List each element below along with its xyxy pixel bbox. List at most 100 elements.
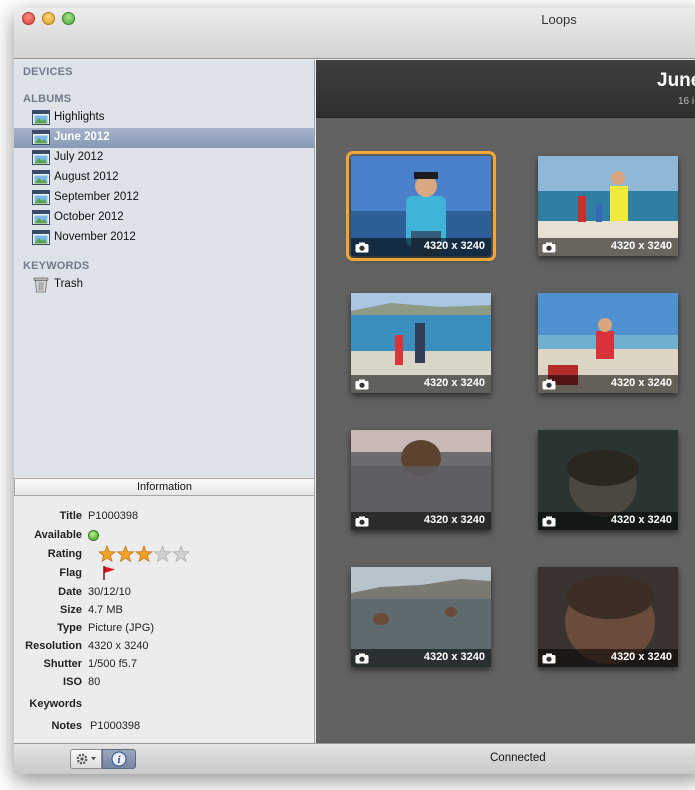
info-size-value: 4.7 MB xyxy=(88,604,123,616)
available-status-icon xyxy=(88,530,99,541)
info-available-label: Available xyxy=(34,529,82,541)
info-size-row: Size 4.7 MB xyxy=(14,602,315,620)
star-filled-icon[interactable] xyxy=(98,545,117,563)
photo-thumbnail[interactable]: 4320 x 3240 xyxy=(351,430,491,530)
info-iso-label: ISO xyxy=(63,676,82,688)
photo-caption: 4320 x 3240 xyxy=(351,649,491,667)
rating-stars[interactable] xyxy=(98,545,198,563)
sidebar-item-june-2012[interactable]: June 2012 xyxy=(14,128,314,148)
info-title-label: Title xyxy=(59,510,82,522)
info-resolution-value: 4320 x 3240 xyxy=(88,640,149,652)
album-header: June 16 i xyxy=(316,60,695,118)
photo-dimensions: 4320 x 3240 xyxy=(423,514,485,526)
photo-thumbnail[interactable]: 4320 x 3240 xyxy=(538,567,678,667)
camera-icon xyxy=(542,516,556,527)
photo-dimensions: 4320 x 3240 xyxy=(610,514,672,526)
info-date-label: Date xyxy=(58,586,82,598)
albums-header: ALBUMS xyxy=(23,93,72,105)
photo-dimensions: 4320 x 3240 xyxy=(610,377,672,389)
camera-icon xyxy=(542,242,556,253)
star-filled-icon[interactable] xyxy=(116,545,135,563)
sidebar-item-label: Highlights xyxy=(54,111,105,123)
sidebar-item-label: June 2012 xyxy=(54,131,110,143)
sidebar-item-november-2012[interactable]: November 2012 xyxy=(14,228,314,248)
trash-icon xyxy=(33,277,49,293)
info-rating-row: Rating xyxy=(14,545,315,564)
connection-status: Connected xyxy=(490,752,546,764)
info-date-row: Date 30/12/10 xyxy=(14,584,315,602)
photo-thumbnail[interactable]: 4320 x 3240 xyxy=(351,293,491,393)
photo-caption: 4320 x 3240 xyxy=(351,375,491,393)
flag-icon[interactable] xyxy=(102,565,116,581)
photo-dimensions: 4320 x 3240 xyxy=(423,377,485,389)
photo-dimensions: 4320 x 3240 xyxy=(423,240,485,252)
star-filled-icon[interactable] xyxy=(134,545,154,563)
photo-thumbnail[interactable]: 4320 x 3240 xyxy=(346,151,496,261)
info-icon: i xyxy=(111,751,127,767)
photo-thumbnail[interactable]: 4320 x 3240 xyxy=(538,430,678,530)
sidebar-item-highlights[interactable]: Highlights xyxy=(14,108,314,128)
album-subtitle: 16 i xyxy=(678,96,695,107)
gear-icon xyxy=(76,753,96,765)
app-window: Loops DEVICES ALBUMS Highlights June 201… xyxy=(14,8,695,774)
photo-caption: 4320 x 3240 xyxy=(538,649,678,667)
sidebar-item-october-2012[interactable]: October 2012 xyxy=(14,208,314,228)
info-shutter-label: Shutter xyxy=(43,658,83,670)
album-icon xyxy=(32,210,50,225)
sidebar-item-trash[interactable]: Trash xyxy=(14,275,314,295)
sidebar: DEVICES ALBUMS Highlights June 2012 July… xyxy=(14,60,315,477)
info-type-value: Picture (JPG) xyxy=(88,622,155,634)
sidebar-item-label: October 2012 xyxy=(54,211,124,223)
info-available-row: Available xyxy=(14,527,315,545)
info-notes-value[interactable]: P1000398 xyxy=(90,720,140,732)
album-icon xyxy=(32,130,50,145)
photo-caption: 4320 x 3240 xyxy=(351,238,491,256)
photo-caption: 4320 x 3240 xyxy=(538,512,678,530)
photo-thumbnail[interactable]: 4320 x 3240 xyxy=(351,567,491,667)
photo-caption: 4320 x 3240 xyxy=(538,375,678,393)
photo-caption: 4320 x 3240 xyxy=(538,238,678,256)
info-title-value: P1000398 xyxy=(88,510,139,522)
info-rating-label: Rating xyxy=(47,548,82,560)
camera-icon xyxy=(355,242,369,253)
star-empty-icon[interactable] xyxy=(153,545,172,563)
sidebar-item-july-2012[interactable]: July 2012 xyxy=(14,148,314,168)
info-type-label: Type xyxy=(57,622,82,634)
sidebar-item-label: November 2012 xyxy=(54,231,136,243)
sidebar-item-september-2012[interactable]: September 2012 xyxy=(14,188,314,208)
sidebar-item-label: July 2012 xyxy=(54,151,104,163)
info-type-row: Type Picture (JPG) xyxy=(14,620,315,638)
sidebar-item-label: August 2012 xyxy=(54,171,119,183)
photo-thumbnail[interactable]: 4320 x 3240 xyxy=(538,156,678,256)
info-toggle-button[interactable]: i xyxy=(102,749,136,769)
info-date-value: 30/12/10 xyxy=(88,586,131,598)
keywords-header: KEYWORDS xyxy=(23,260,90,272)
info-title-row: Title P1000398 xyxy=(14,508,315,526)
album-icon xyxy=(32,150,50,165)
title-bar: Loops xyxy=(14,8,695,59)
album-icon xyxy=(32,190,50,205)
information-panel: Title P1000398 Available Rating Flag Dat… xyxy=(14,496,315,743)
photo-browser: June 16 i 4320 x 3240 4320 x 3240 4320 x… xyxy=(316,60,695,743)
sidebar-item-august-2012[interactable]: August 2012 xyxy=(14,168,314,188)
album-icon xyxy=(32,170,50,185)
camera-icon xyxy=(355,653,369,664)
bottom-toolbar: i Connected xyxy=(14,743,695,774)
action-menu-button[interactable] xyxy=(70,749,102,769)
camera-icon xyxy=(542,653,556,664)
info-flag-label: Flag xyxy=(59,567,82,579)
photo-thumbnail[interactable]: 4320 x 3240 xyxy=(538,293,678,393)
photo-dimensions: 4320 x 3240 xyxy=(610,240,672,252)
sidebar-item-label: Trash xyxy=(54,278,83,290)
info-notes-row: Notes P1000398 xyxy=(14,718,315,736)
info-notes-label: Notes xyxy=(51,720,82,732)
information-tab[interactable]: Information xyxy=(14,478,315,496)
info-iso-value: 80 xyxy=(88,676,101,688)
album-icon xyxy=(32,110,50,125)
info-iso-row: ISO 80 xyxy=(14,674,315,692)
sidebar-item-label: September 2012 xyxy=(54,191,140,203)
star-empty-icon[interactable] xyxy=(171,545,191,563)
camera-icon xyxy=(542,379,556,390)
info-resolution-label: Resolution xyxy=(25,640,82,652)
photo-caption: 4320 x 3240 xyxy=(351,512,491,530)
